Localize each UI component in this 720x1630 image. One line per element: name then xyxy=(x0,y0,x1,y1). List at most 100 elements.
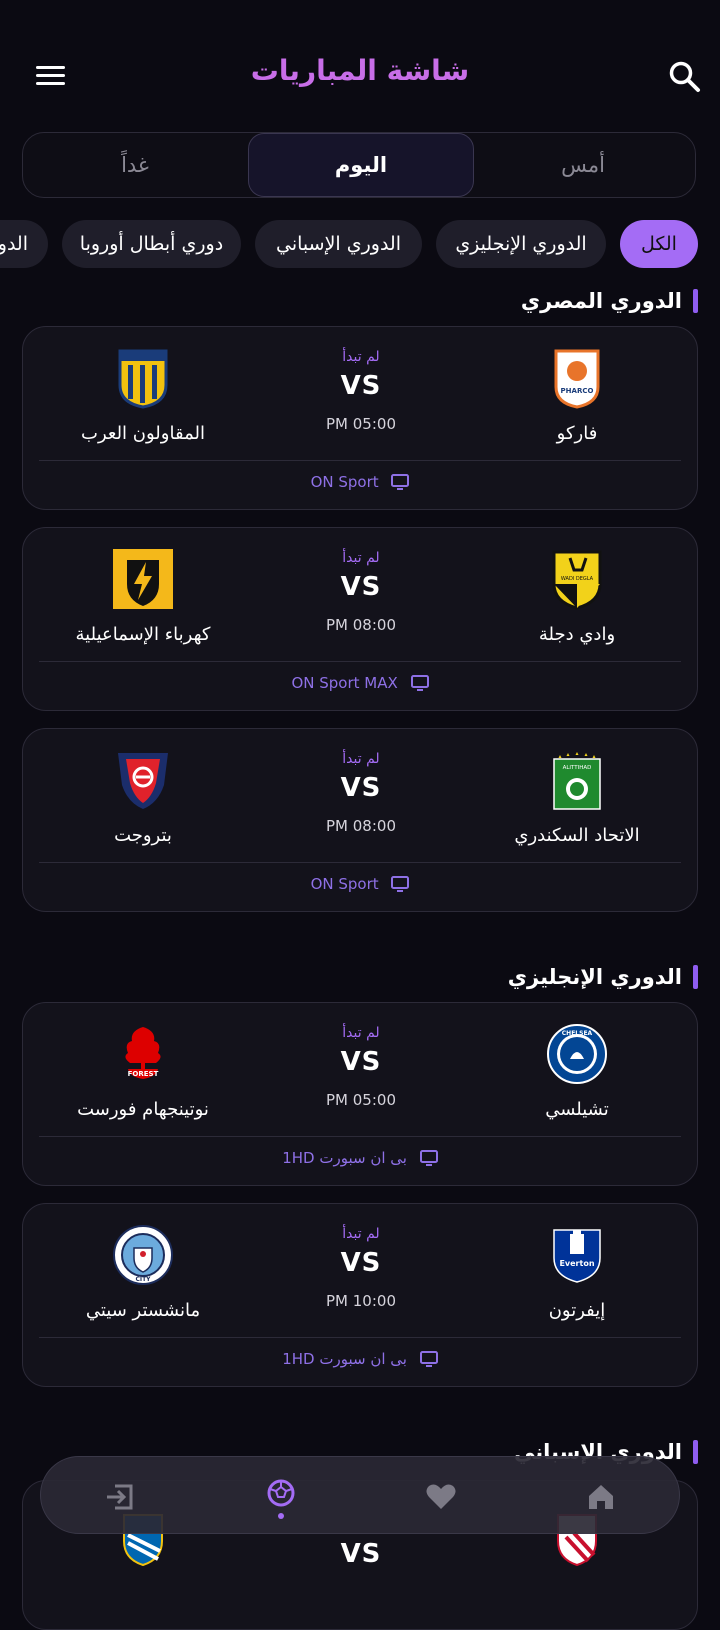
tv-icon xyxy=(391,876,410,892)
petrojet-logo-icon xyxy=(118,753,168,809)
channel-name: ON Sport MAX xyxy=(291,674,398,692)
vs-label: VS xyxy=(340,1047,382,1077)
tv-icon xyxy=(419,1351,438,1367)
logout-icon[interactable] xyxy=(101,1477,141,1517)
svg-text:ALITTIHAD: ALITTIHAD xyxy=(563,765,592,771)
league-filter-chips: الكل الدوري الإنجليزي الدوري الإسباني دو… xyxy=(0,220,720,270)
home-team[interactable]: CHELSEA تشيلسي xyxy=(477,1023,677,1120)
ismaily-electric-logo-icon xyxy=(113,549,173,609)
heart-icon[interactable] xyxy=(421,1477,461,1517)
home-team-name: الاتحاد السكندري xyxy=(514,825,640,846)
bottom-navigation xyxy=(40,1456,680,1534)
match-time: PM 05:00 xyxy=(326,1091,396,1109)
vs-label: VS xyxy=(340,1248,382,1278)
home-icon[interactable] xyxy=(581,1477,621,1517)
chip-more-league[interactable]: الدوري xyxy=(0,220,48,268)
broadcast-channel[interactable]: ON Sport MAX xyxy=(23,674,697,692)
everton-logo-icon: Everton xyxy=(553,1229,601,1283)
away-team[interactable]: CITY مانشستر سيتي xyxy=(43,1224,243,1321)
tab-today[interactable]: اليوم xyxy=(248,133,474,197)
al-ittihad-logo-icon: ALITTIHAD xyxy=(553,752,601,810)
away-team[interactable]: FOREST نوتينجهام فورست xyxy=(43,1023,243,1120)
chip-la-liga[interactable]: الدوري الإسباني xyxy=(255,220,422,268)
active-indicator xyxy=(278,1513,284,1519)
svg-text:CITY: CITY xyxy=(135,1276,151,1283)
match-info: لم تبدأ VS PM 08:00 xyxy=(261,550,461,634)
broadcast-channel[interactable]: بى ان سبورت 1HD xyxy=(23,1149,697,1167)
home-team[interactable]: Everton إيفرتون xyxy=(477,1224,677,1321)
away-team[interactable]: بتروجت xyxy=(43,749,243,846)
tv-icon xyxy=(410,675,429,691)
tab-tomorrow[interactable]: غداً xyxy=(23,133,247,197)
match-time: PM 08:00 xyxy=(326,817,396,835)
card-divider xyxy=(39,661,681,662)
nottingham-forest-logo-icon: FOREST xyxy=(125,1027,161,1079)
home-team[interactable]: PHARCO فاركو xyxy=(477,347,677,444)
away-team-name: المقاولون العرب xyxy=(81,423,205,444)
home-team-name: تشيلسي xyxy=(545,1099,609,1120)
matches-nav-item[interactable] xyxy=(261,1477,301,1519)
section-title-premier-league: الدوري الإنجليزي xyxy=(508,962,699,992)
away-team-name: بتروجت xyxy=(114,825,172,846)
match-card[interactable]: ALITTIHAD الاتحاد السكندري لم تبدأ VS PM… xyxy=(22,728,698,912)
svg-text:PHARCO: PHARCO xyxy=(561,387,594,395)
vs-label: VS xyxy=(340,371,382,401)
svg-text:Everton: Everton xyxy=(559,1259,594,1268)
tv-icon xyxy=(391,474,410,490)
match-card[interactable]: Everton إيفرتون لم تبدأ VS PM 10:00 CITY… xyxy=(22,1203,698,1387)
tv-icon xyxy=(419,1150,438,1166)
broadcast-channel[interactable]: ON Sport xyxy=(23,875,697,893)
section-title-egyptian-league: الدوري المصري xyxy=(521,286,699,316)
match-card[interactable]: PHARCO فاركو لم تبدأ VS PM 05:00 المقاول… xyxy=(22,326,698,510)
match-card[interactable]: CHELSEA تشيلسي لم تبدأ VS PM 05:00 FORES… xyxy=(22,1002,698,1186)
match-status: لم تبدأ xyxy=(342,550,380,566)
wadi-degla-logo-icon: WADI DEGLA xyxy=(552,550,602,610)
match-status: لم تبدأ xyxy=(342,1226,380,1242)
chelsea-logo-icon: CHELSEA xyxy=(547,1024,607,1084)
home-team[interactable]: ALITTIHAD الاتحاد السكندري xyxy=(477,749,677,846)
match-info: لم تبدأ VS PM 08:00 xyxy=(261,751,461,835)
al-mokawloon-logo-icon xyxy=(118,349,168,409)
svg-text:FOREST: FOREST xyxy=(128,1070,159,1078)
chip-all[interactable]: الكل xyxy=(620,220,698,268)
home-team-name: وادي دجلة xyxy=(538,624,616,645)
card-divider xyxy=(39,1337,681,1338)
match-time: PM 10:00 xyxy=(326,1292,396,1310)
app-header: شاشة المباريات xyxy=(0,0,720,130)
home-team-name: إيفرتون xyxy=(548,1300,606,1321)
vs-label: VS xyxy=(340,572,382,602)
match-time: PM 08:00 xyxy=(326,616,396,634)
broadcast-channel[interactable]: بى ان سبورت 1HD xyxy=(23,1350,697,1368)
tab-yesterday[interactable]: أمس xyxy=(471,133,695,197)
match-time: PM 05:00 xyxy=(326,415,396,433)
match-status: لم تبدأ xyxy=(342,349,380,365)
svg-text:WADI DEGLA: WADI DEGLA xyxy=(561,576,594,582)
match-info: VS xyxy=(261,1533,461,1569)
match-card[interactable]: WADI DEGLA وادي دجلة لم تبدأ VS PM 08:00… xyxy=(22,527,698,711)
home-team-name: فاركو xyxy=(556,423,598,444)
page-title: شاشة المباريات xyxy=(250,54,470,87)
match-info: لم تبدأ VS PM 05:00 xyxy=(261,349,461,433)
chip-champions-league[interactable]: دوري أبطال أوروبا xyxy=(62,220,241,268)
away-team-name: نوتينجهام فورست xyxy=(77,1099,209,1120)
channel-name: بى ان سبورت 1HD xyxy=(282,1350,407,1368)
day-tabs: أمس اليوم غداً xyxy=(22,132,696,198)
channel-name: ON Sport xyxy=(310,875,379,893)
match-status: لم تبدأ xyxy=(342,751,380,767)
card-divider xyxy=(39,1136,681,1137)
match-info: لم تبدأ VS PM 05:00 xyxy=(261,1025,461,1109)
svg-text:CHELSEA: CHELSEA xyxy=(562,1030,593,1037)
match-info: لم تبدأ VS PM 10:00 xyxy=(261,1226,461,1310)
search-icon[interactable] xyxy=(668,60,702,94)
broadcast-channel[interactable]: ON Sport xyxy=(23,473,697,491)
away-team[interactable]: كهرباء الإسماعيلية xyxy=(43,548,243,645)
card-divider xyxy=(39,460,681,461)
chip-premier-league[interactable]: الدوري الإنجليزي xyxy=(436,220,606,268)
home-team[interactable]: WADI DEGLA وادي دجلة xyxy=(477,548,677,645)
channel-name: ON Sport xyxy=(310,473,379,491)
away-team[interactable]: المقاولون العرب xyxy=(43,347,243,444)
manchester-city-logo-icon: CITY xyxy=(113,1225,173,1285)
away-team-name: مانشستر سيتي xyxy=(85,1300,201,1321)
channel-name: بى ان سبورت 1HD xyxy=(282,1149,407,1167)
card-divider xyxy=(39,862,681,863)
